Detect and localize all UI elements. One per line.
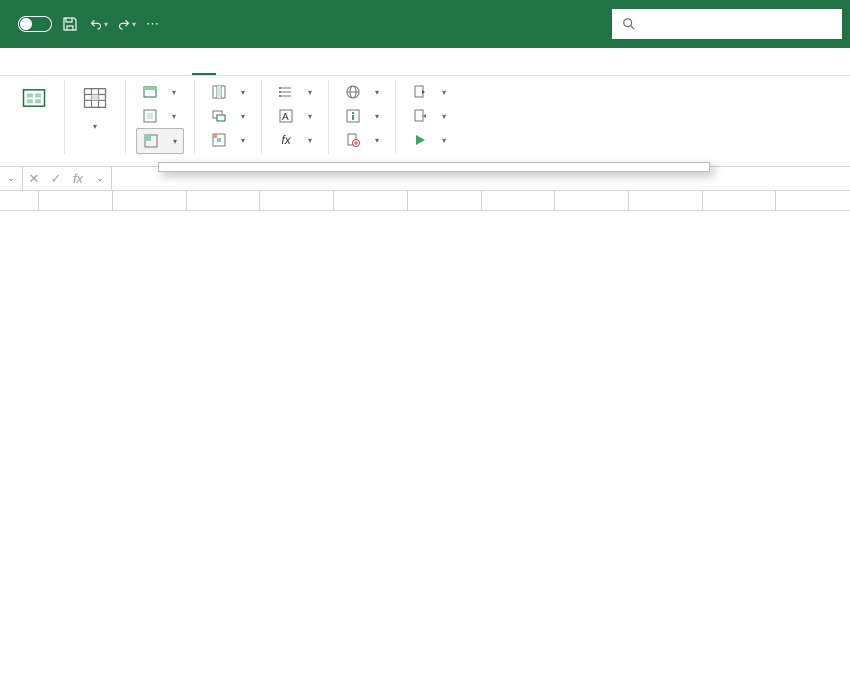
formules-button[interactable]: fx▾ — [272, 128, 318, 152]
tab-asap-utilities[interactable] — [192, 63, 216, 75]
undo-button[interactable]: ▾ — [90, 17, 108, 31]
svg-text:A: A — [282, 112, 289, 123]
col-head[interactable] — [39, 191, 113, 210]
col-head[interactable] — [776, 191, 850, 210]
col-head[interactable] — [482, 191, 556, 210]
remplir-button[interactable]: ▾ — [136, 128, 184, 154]
importer-button[interactable]: ▾ — [406, 80, 452, 104]
chevron-down-icon: ▾ — [93, 122, 97, 132]
import-icon — [412, 84, 428, 100]
tab-affichage[interactable] — [144, 65, 168, 75]
col-head[interactable] — [629, 191, 703, 210]
informations-button[interactable]: ▾ — [339, 104, 385, 128]
tab-mise-en-page[interactable] — [48, 65, 72, 75]
web-button[interactable]: ▾ — [339, 80, 385, 104]
autosave-toggle[interactable] — [18, 16, 52, 32]
columns-icon — [211, 84, 227, 100]
col-head[interactable] — [113, 191, 187, 210]
spreadsheet — [0, 191, 850, 211]
namebox-expand[interactable]: ⌄ — [0, 173, 22, 184]
web-icon — [345, 84, 361, 100]
col-head[interactable] — [408, 191, 482, 210]
save-icon[interactable] — [62, 16, 80, 32]
format-icon — [211, 132, 227, 148]
col-head[interactable] — [187, 191, 261, 210]
qat-overflow[interactable]: ⋯ — [146, 16, 164, 32]
col-head[interactable] — [703, 191, 777, 210]
numbers-icon — [278, 84, 294, 100]
selectionner-button[interactable]: ▾ — [75, 80, 115, 134]
range-icon — [142, 108, 158, 124]
objects-icon — [211, 108, 227, 124]
select-icon — [79, 82, 111, 114]
tab-insertion[interactable] — [0, 65, 24, 75]
search-input[interactable] — [646, 17, 832, 32]
tab-dessin[interactable] — [24, 65, 48, 75]
exporter-button[interactable]: ▾ — [406, 104, 452, 128]
column-headers — [0, 191, 850, 211]
colonnes-lignes-button[interactable]: ▾ — [205, 80, 251, 104]
title-bar: ▾ ▾ ⋯ — [0, 0, 850, 48]
tab-formules[interactable] — [72, 65, 96, 75]
col-head[interactable] — [555, 191, 629, 210]
feuilles-button[interactable]: ▾ — [136, 80, 184, 104]
redo-button[interactable]: ▾ — [118, 17, 136, 31]
col-head[interactable] — [260, 191, 334, 210]
info-icon — [345, 108, 361, 124]
plage-button[interactable]: ▾ — [136, 104, 184, 128]
file-system-icon — [345, 132, 361, 148]
text-icon: A — [278, 108, 294, 124]
vision-controle-button[interactable] — [14, 80, 54, 120]
export-icon — [412, 108, 428, 124]
search-icon — [622, 17, 636, 31]
search-box[interactable] — [612, 9, 842, 39]
play-icon — [412, 132, 428, 148]
mise-en-forme-button[interactable]: ▾ — [205, 128, 251, 152]
fx-button[interactable]: fx — [67, 171, 89, 186]
fill-icon — [143, 133, 159, 149]
objets-commentaires-button[interactable]: ▾ — [205, 104, 251, 128]
sheets-icon — [142, 84, 158, 100]
vision-icon — [18, 82, 50, 114]
fx-expand[interactable]: ⌄ — [89, 173, 111, 184]
ribbon: ▾ ▾ ▾ ▾ ▾ ▾ ▾ ▾ A▾ fx▾ ▾ ▾ ▾ ▾ ▾ ▾ — [0, 76, 850, 167]
tab-revision[interactable] — [120, 65, 144, 75]
texte-button[interactable]: A▾ — [272, 104, 318, 128]
tab-donnees[interactable] — [96, 65, 120, 75]
col-head[interactable] — [0, 191, 39, 210]
ribbon-tabs — [0, 48, 850, 76]
remplir-menu — [158, 162, 710, 172]
tab-aide[interactable] — [168, 65, 192, 75]
demarrer-button[interactable]: ▾ — [406, 128, 452, 152]
fx-icon: fx — [278, 132, 294, 148]
accept-formula-button[interactable]: ✓ — [45, 171, 67, 187]
col-head[interactable] — [334, 191, 408, 210]
cancel-formula-button[interactable]: ✕ — [23, 171, 45, 187]
nombres-dates-button[interactable]: ▾ — [272, 80, 318, 104]
fichier-systeme-button[interactable]: ▾ — [339, 128, 385, 152]
